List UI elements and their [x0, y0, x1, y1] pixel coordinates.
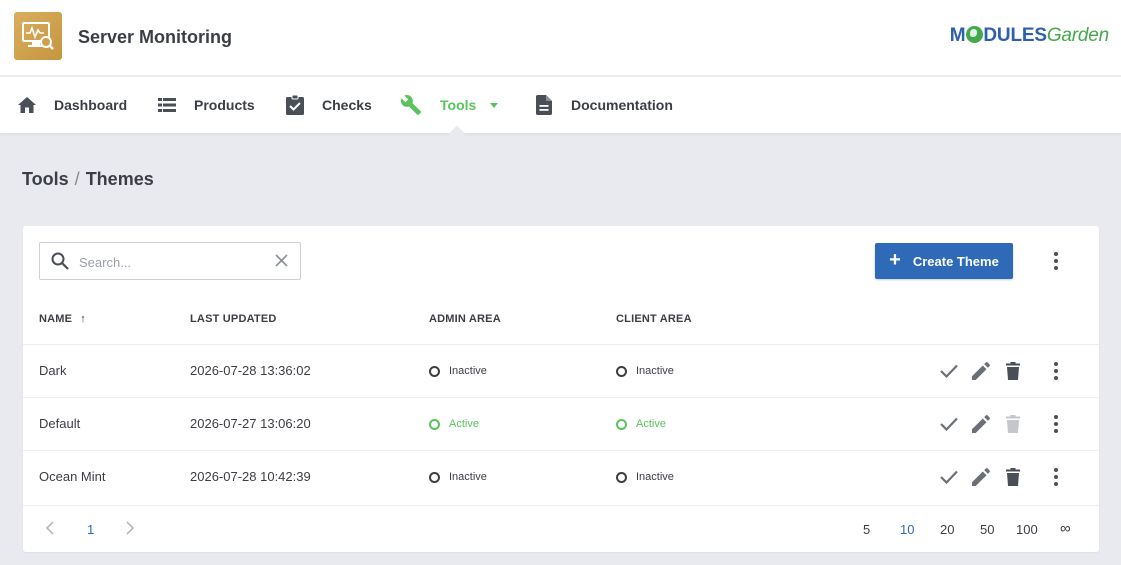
status-dot-icon: [616, 418, 627, 430]
activate-check-icon[interactable]: [938, 360, 960, 382]
home-icon: [16, 94, 38, 116]
modulesgarden-logo[interactable]: M DULESGarden: [950, 25, 1109, 47]
nav-item-products[interactable]: Products: [156, 77, 255, 133]
last-updated: 2026-07-28 10:42:39: [190, 469, 311, 484]
activate-check-icon[interactable]: [938, 466, 960, 488]
breadcrumb-separator: /: [74, 169, 80, 189]
clipboard-check-icon: [284, 94, 306, 116]
page-size-option-infinite[interactable]: ∞: [1060, 520, 1071, 537]
document-icon: [533, 94, 555, 116]
plus-icon: +: [889, 249, 901, 271]
page-size-option[interactable]: 50: [980, 522, 994, 537]
row-more-options-icon[interactable]: [1046, 414, 1066, 434]
activate-check-icon[interactable]: [938, 413, 960, 435]
page-number-current[interactable]: 1: [87, 522, 94, 537]
nav-item-documentation[interactable]: Documentation: [533, 77, 673, 133]
list-icon: [156, 94, 178, 116]
last-updated: 2026-07-28 13:36:02: [190, 363, 311, 378]
breadcrumb-current: Themes: [85, 169, 154, 189]
client-area-status: Active: [616, 418, 666, 430]
delete-trash-icon[interactable]: [1002, 360, 1024, 382]
page-size-option[interactable]: 100: [1016, 522, 1038, 537]
column-header-last-updated[interactable]: LAST UPDATED: [190, 313, 277, 325]
main-nav: Dashboard Products Checks Tools Document…: [0, 77, 1121, 133]
sort-ascending-icon: ↑: [80, 313, 86, 325]
next-page-icon[interactable]: [125, 521, 135, 540]
nav-item-checks[interactable]: Checks: [284, 77, 372, 133]
delete-trash-icon-disabled: [1002, 413, 1024, 435]
table-footer: 1 5 10 20 50 100 ∞: [23, 505, 1099, 552]
nav-item-dashboard[interactable]: Dashboard: [16, 77, 127, 133]
search-icon: [51, 252, 69, 275]
column-header-client-area[interactable]: CLIENT AREA: [616, 313, 692, 325]
edit-pencil-icon[interactable]: [970, 360, 992, 382]
theme-name: Ocean Mint: [39, 469, 106, 484]
theme-name: Dark: [39, 363, 67, 378]
last-updated: 2026-07-27 13:06:20: [190, 416, 311, 431]
globe-icon: [965, 26, 983, 43]
status-dot-icon: [616, 471, 627, 483]
previous-page-icon[interactable]: [45, 521, 55, 540]
toolbar-more-options-icon[interactable]: [1046, 251, 1066, 271]
table-row[interactable]: Dark 2026-07-28 13:36:02 Inactive Inacti…: [23, 344, 1099, 397]
table-row[interactable]: Default 2026-07-27 13:06:20 Active Activ…: [23, 397, 1099, 450]
page-size-option-selected[interactable]: 10: [900, 522, 914, 537]
status-dot-icon: [616, 365, 627, 377]
client-area-status: Inactive: [616, 365, 674, 377]
page-size-option[interactable]: 20: [940, 522, 954, 537]
breadcrumb: Tools / Themes: [22, 169, 154, 190]
column-header-name[interactable]: NAME ↑: [39, 313, 86, 325]
app-title: Server Monitoring: [78, 27, 233, 47]
admin-area-status: Active: [429, 418, 479, 430]
status-dot-icon: [429, 365, 440, 377]
create-theme-button[interactable]: + Create Theme: [875, 243, 1013, 279]
row-more-options-icon[interactable]: [1046, 467, 1066, 487]
wrench-icon: [400, 94, 422, 116]
clear-search-icon[interactable]: [275, 254, 288, 272]
search-input[interactable]: [79, 252, 259, 272]
breadcrumb-parent[interactable]: Tools: [22, 169, 69, 189]
themes-card: + Create Theme NAME↑ LAST UPDATED ADMIN …: [23, 226, 1099, 552]
client-area-status: Inactive: [616, 471, 674, 483]
app-logo-icon: [14, 12, 62, 60]
row-more-options-icon[interactable]: [1046, 361, 1066, 381]
admin-area-status: Inactive: [429, 365, 487, 377]
delete-trash-icon[interactable]: [1002, 466, 1024, 488]
status-dot-icon: [429, 471, 440, 483]
theme-name: Default: [39, 416, 81, 431]
edit-pencil-icon[interactable]: [970, 413, 992, 435]
admin-area-status: Inactive: [429, 471, 487, 483]
search-box: [39, 242, 301, 280]
page-size-option[interactable]: 5: [863, 522, 870, 537]
edit-pencil-icon[interactable]: [970, 466, 992, 488]
column-header-admin-area[interactable]: ADMIN AREA: [429, 313, 501, 325]
status-dot-icon: [429, 418, 440, 430]
chevron-down-icon: [490, 102, 499, 108]
table-row[interactable]: Ocean Mint 2026-07-28 10:42:39 Inactive …: [23, 450, 1099, 503]
app-header: Server Monitoring M DULESGarden: [0, 0, 1121, 76]
nav-item-tools[interactable]: Tools: [400, 77, 499, 133]
